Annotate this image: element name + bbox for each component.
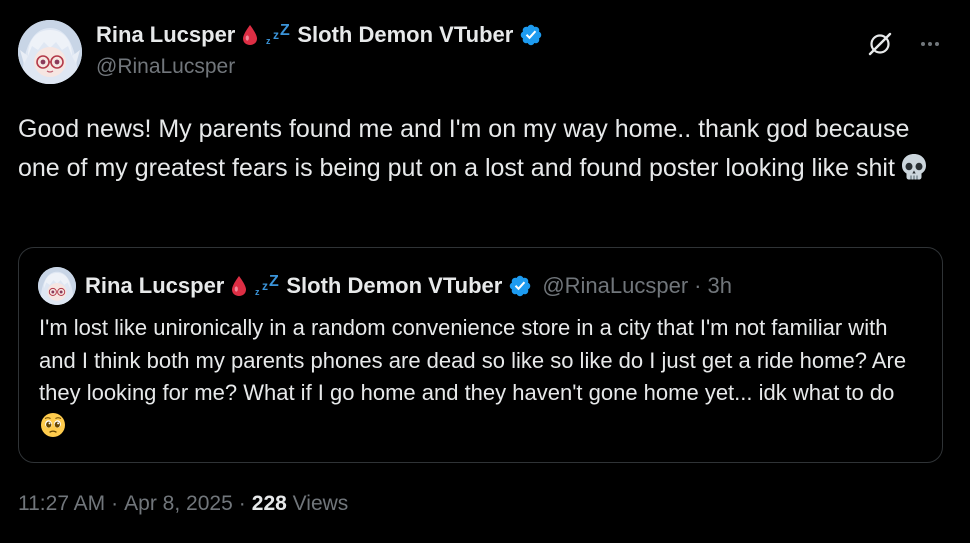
grok-icon	[868, 32, 892, 56]
svg-text:z: z	[262, 279, 268, 293]
quoted-display-name[interactable]: Rina Lucsper	[85, 273, 224, 299]
grok-button[interactable]	[864, 28, 896, 60]
zzz-icon: z z Z	[266, 23, 290, 46]
quoted-separator: ·	[694, 273, 702, 298]
svg-text:z: z	[273, 28, 279, 42]
verified-badge-icon[interactable]	[508, 274, 532, 298]
zzz-icon: z z Z	[255, 274, 279, 297]
meta-separator: ·	[111, 492, 119, 515]
verified-badge-icon[interactable]	[519, 23, 543, 47]
pleading-face-emoji-icon	[40, 412, 66, 448]
quoted-timestamp[interactable]: 3h	[708, 273, 732, 299]
svg-text:Z: Z	[280, 23, 290, 39]
tweet-date[interactable]: Apr 8, 2025	[124, 492, 233, 515]
svg-text:z: z	[255, 287, 260, 297]
author-handle[interactable]: @RinaLucsper	[96, 55, 235, 79]
tweet-text: Good news! My parents found me and I'm o…	[18, 110, 953, 194]
author-display-name-suffix[interactable]: Sloth Demon VTuber	[297, 22, 513, 48]
quoted-text-body: I'm lost like unironically in a random c…	[39, 315, 907, 405]
quoted-handle[interactable]: @RinaLucsper	[542, 273, 688, 299]
quoted-tweet[interactable]: Rina Lucsper z z Z Sloth Demon VTuber @R…	[18, 247, 943, 463]
avatar-image	[18, 20, 82, 84]
author-display-name[interactable]: Rina Lucsper	[96, 22, 235, 48]
quoted-header: Rina Lucsper z z Z Sloth Demon VTuber @R…	[85, 270, 732, 302]
quoted-avatar[interactable]	[38, 267, 76, 305]
more-horizontal-icon	[921, 42, 939, 46]
quoted-display-name-suffix[interactable]: Sloth Demon VTuber	[286, 273, 502, 299]
skull-emoji-icon	[899, 152, 929, 194]
meta-separator-2: ·	[238, 492, 246, 515]
quoted-text: I'm lost like unironically in a random c…	[39, 312, 919, 447]
author-name-row[interactable]: Rina Lucsper z z Z Sloth Demon VTuber	[96, 20, 543, 50]
tweet-meta: 11:27 AM · Apr 8, 2025 · 228 Views	[18, 492, 348, 516]
views-label[interactable]: Views	[293, 492, 349, 515]
blood-drop-icon	[243, 25, 258, 45]
views-count[interactable]: 228	[252, 492, 287, 515]
tweet-text-body: Good news! My parents found me and I'm o…	[18, 115, 910, 182]
tweet: Rina Lucsper z z Z Sloth Demon VTuber @R…	[0, 0, 970, 543]
avatar[interactable]	[18, 20, 82, 84]
svg-text:Z: Z	[269, 274, 279, 290]
more-button[interactable]	[914, 28, 946, 60]
svg-text:z: z	[266, 36, 271, 46]
blood-drop-icon	[232, 276, 247, 296]
quoted-avatar-image	[38, 267, 76, 305]
tweet-time[interactable]: 11:27 AM	[18, 492, 105, 515]
